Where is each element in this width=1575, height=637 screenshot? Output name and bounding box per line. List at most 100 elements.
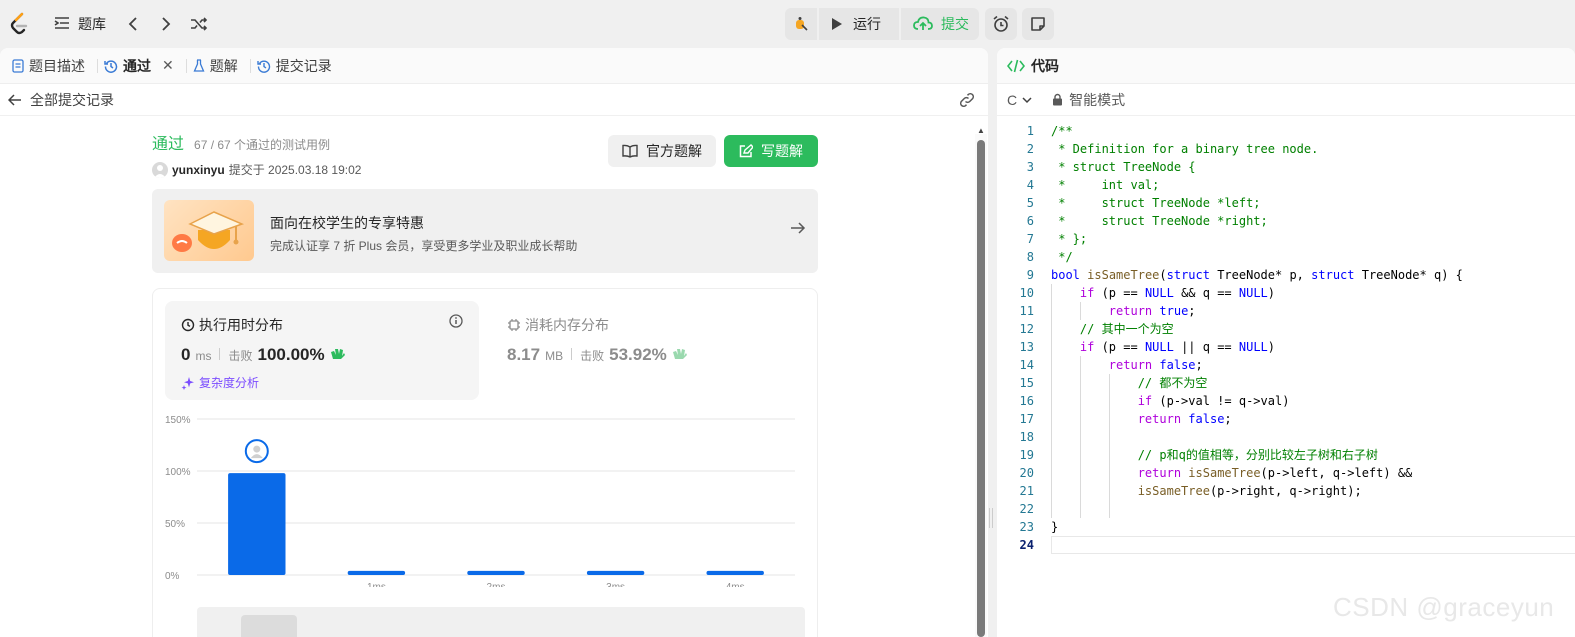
username[interactable]: yunxinyu bbox=[172, 163, 225, 177]
memory-distribution-tab[interactable]: 消耗内存分布 8.17 MB 击败 53.92% bbox=[491, 301, 791, 400]
code-line[interactable]: 23} bbox=[997, 518, 1575, 536]
code-line[interactable]: 19 // p和q的值相等，分别比较左子树和右子树 bbox=[997, 446, 1575, 464]
code-line[interactable]: 1 /** bbox=[997, 122, 1575, 140]
code-line[interactable]: 5 * struct TreeNode *left; bbox=[997, 194, 1575, 212]
back-to-submissions[interactable]: 全部提交记录 bbox=[0, 84, 988, 116]
chart-bar[interactable] bbox=[706, 570, 764, 575]
code-line[interactable]: 12 // 其中一个为空 bbox=[997, 320, 1575, 338]
code-header: 代码 bbox=[997, 48, 1575, 84]
code-text: // 其中一个为空 bbox=[1051, 322, 1174, 336]
code-text: } bbox=[1051, 520, 1059, 534]
code-line[interactable]: 24 bbox=[997, 536, 1575, 554]
close-tab-icon[interactable]: ✕ bbox=[162, 57, 174, 74]
runtime-beat-label: 击败 bbox=[228, 349, 253, 363]
lock-icon bbox=[1053, 93, 1063, 106]
runtime-distribution-chart[interactable]: 0% 50% 100% 150% 1ms 2ms 3ms 4ms bbox=[165, 407, 805, 587]
chart-bar[interactable] bbox=[586, 570, 645, 575]
official-solution-button[interactable]: 官方题解 bbox=[608, 135, 716, 167]
link-icon[interactable] bbox=[958, 91, 976, 112]
panel-resize-handle[interactable] bbox=[989, 508, 993, 528]
tab-solutions[interactable]: 题解 bbox=[191, 56, 246, 76]
code-editor[interactable]: 1 /** 2 * Definition for a binary tree nod… bbox=[997, 122, 1575, 554]
book-icon bbox=[622, 144, 638, 158]
code-text: // p和q的值相等，分别比较左子树和右子树 bbox=[1051, 448, 1378, 462]
y-tick-label: 150% bbox=[165, 415, 191, 426]
chart-range-slider[interactable] bbox=[197, 607, 805, 637]
code-line[interactable]: 3 * struct TreeNode { bbox=[997, 158, 1575, 176]
timer-button[interactable] bbox=[985, 8, 1017, 40]
runtime-metric: 0 ms 击败 100.00% bbox=[181, 345, 346, 365]
code-line[interactable]: 8 */ bbox=[997, 248, 1575, 266]
chart-bar[interactable] bbox=[467, 570, 525, 575]
info-icon[interactable] bbox=[449, 314, 463, 333]
code-panel: 代码 C 智能模式 1 /** 2 * Definition for a binar… bbox=[997, 48, 1575, 637]
random-problem-button[interactable] bbox=[186, 11, 212, 37]
write-solution-button[interactable]: 写题解 bbox=[724, 135, 818, 167]
next-problem-button[interactable] bbox=[153, 11, 179, 37]
code-text: bool isSameTree(struct TreeNode* p, stru… bbox=[1051, 268, 1463, 282]
prev-problem-button[interactable] bbox=[120, 11, 146, 37]
memory-title: 消耗内存分布 bbox=[507, 315, 609, 335]
complexity-analysis-link[interactable]: 复杂度分析 bbox=[181, 374, 259, 391]
code-line[interactable]: 6 * struct TreeNode *right; bbox=[997, 212, 1575, 230]
code-line[interactable]: 4 * int val; bbox=[997, 176, 1575, 194]
debug-icon bbox=[796, 17, 808, 31]
history-icon bbox=[104, 59, 118, 73]
code-text: isSameTree(p->right, q->right); bbox=[1137, 484, 1362, 498]
debug-button[interactable] bbox=[785, 8, 817, 40]
code-line[interactable]: 21 isSameTree(p->right, q->right); bbox=[997, 482, 1575, 500]
code-line[interactable]: 13 if (p == NULL || q == NULL) bbox=[997, 338, 1575, 356]
avatar[interactable] bbox=[152, 161, 168, 178]
slider-handle[interactable] bbox=[241, 615, 297, 637]
tab-accepted[interactable]: 通过 ✕ bbox=[102, 56, 182, 76]
code-line[interactable]: 9 bool isSameTree(struct TreeNode* p, str… bbox=[997, 266, 1575, 284]
tab-divider bbox=[97, 58, 98, 73]
code-line[interactable]: 18 bbox=[997, 428, 1575, 446]
code-line[interactable]: 2 * Definition for a binary tree node. bbox=[997, 140, 1575, 158]
code-line[interactable]: 10 if (p == NULL && q == NULL) bbox=[997, 284, 1575, 302]
edit-icon bbox=[739, 144, 753, 158]
tab-submissions[interactable]: 提交记录 bbox=[255, 56, 340, 76]
x-tick-label: 2ms bbox=[487, 582, 506, 587]
code-line[interactable]: 22 bbox=[997, 500, 1575, 518]
problem-list-button[interactable]: 题库 bbox=[54, 14, 106, 34]
scrollbar-thumb[interactable] bbox=[977, 140, 985, 637]
student-promo-banner[interactable]: 面向在校学生的专享特惠 完成认证享 7 折 Plus 会员，享受更多学业及职业成… bbox=[152, 189, 818, 273]
submit-button[interactable]: 提交 bbox=[901, 8, 979, 40]
clap-icon bbox=[330, 346, 346, 365]
code-text: /** bbox=[1051, 124, 1073, 138]
leetcode-logo-icon[interactable] bbox=[8, 12, 30, 36]
scrollbar[interactable]: ▲ bbox=[975, 126, 987, 637]
left-tabs: 题目描述 通过 ✕ 题解 提交记录 bbox=[0, 48, 988, 84]
memory-unit: MB bbox=[545, 349, 564, 363]
y-tick-label: 100% bbox=[165, 467, 191, 478]
tab-submissions-label: 提交记录 bbox=[275, 57, 332, 74]
code-line[interactable]: 17 return false; bbox=[997, 410, 1575, 428]
language-select[interactable]: C bbox=[1007, 92, 1032, 108]
code-line[interactable]: 7 * }; bbox=[997, 230, 1575, 248]
scroll-up-icon[interactable]: ▲ bbox=[977, 126, 985, 135]
runtime-distribution-tab[interactable]: 执行用时分布 0 ms 击败 100.00% 复杂度分析 bbox=[165, 301, 479, 400]
run-submit-group: 运行 提交 bbox=[785, 8, 979, 40]
tab-description[interactable]: 题目描述 bbox=[10, 56, 93, 76]
chart-bar[interactable] bbox=[228, 473, 286, 575]
arrow-right-icon[interactable] bbox=[790, 221, 806, 240]
code-line[interactable]: 16 if (p->val != q->val) bbox=[997, 392, 1575, 410]
code-text: // 都不为空 bbox=[1051, 376, 1208, 390]
runtime-title-label: 执行用时分布 bbox=[199, 317, 283, 333]
cloud-upload-icon bbox=[913, 16, 933, 30]
tab-accepted-label: 通过 bbox=[123, 57, 151, 74]
code-text: if (p == NULL || q == NULL) bbox=[1079, 340, 1276, 354]
line-number: 14 bbox=[1019, 358, 1034, 372]
code-line[interactable]: 14 return false; bbox=[997, 356, 1575, 374]
chart-bar[interactable] bbox=[347, 570, 406, 575]
code-line[interactable]: 15 // 都不为空 bbox=[997, 374, 1575, 392]
code-text: * struct TreeNode *left; bbox=[1051, 196, 1261, 210]
code-text: * struct TreeNode { bbox=[1051, 160, 1196, 174]
mode-label[interactable]: 智能模式 bbox=[1069, 90, 1125, 110]
memory-metric: 8.17 MB 击败 53.92% bbox=[507, 345, 688, 365]
notes-button[interactable] bbox=[1022, 8, 1054, 40]
run-button[interactable]: 运行 bbox=[819, 8, 899, 40]
code-line[interactable]: 20 return isSameTree(p->left, q->left) &… bbox=[997, 464, 1575, 482]
code-line[interactable]: 11 return true; bbox=[997, 302, 1575, 320]
